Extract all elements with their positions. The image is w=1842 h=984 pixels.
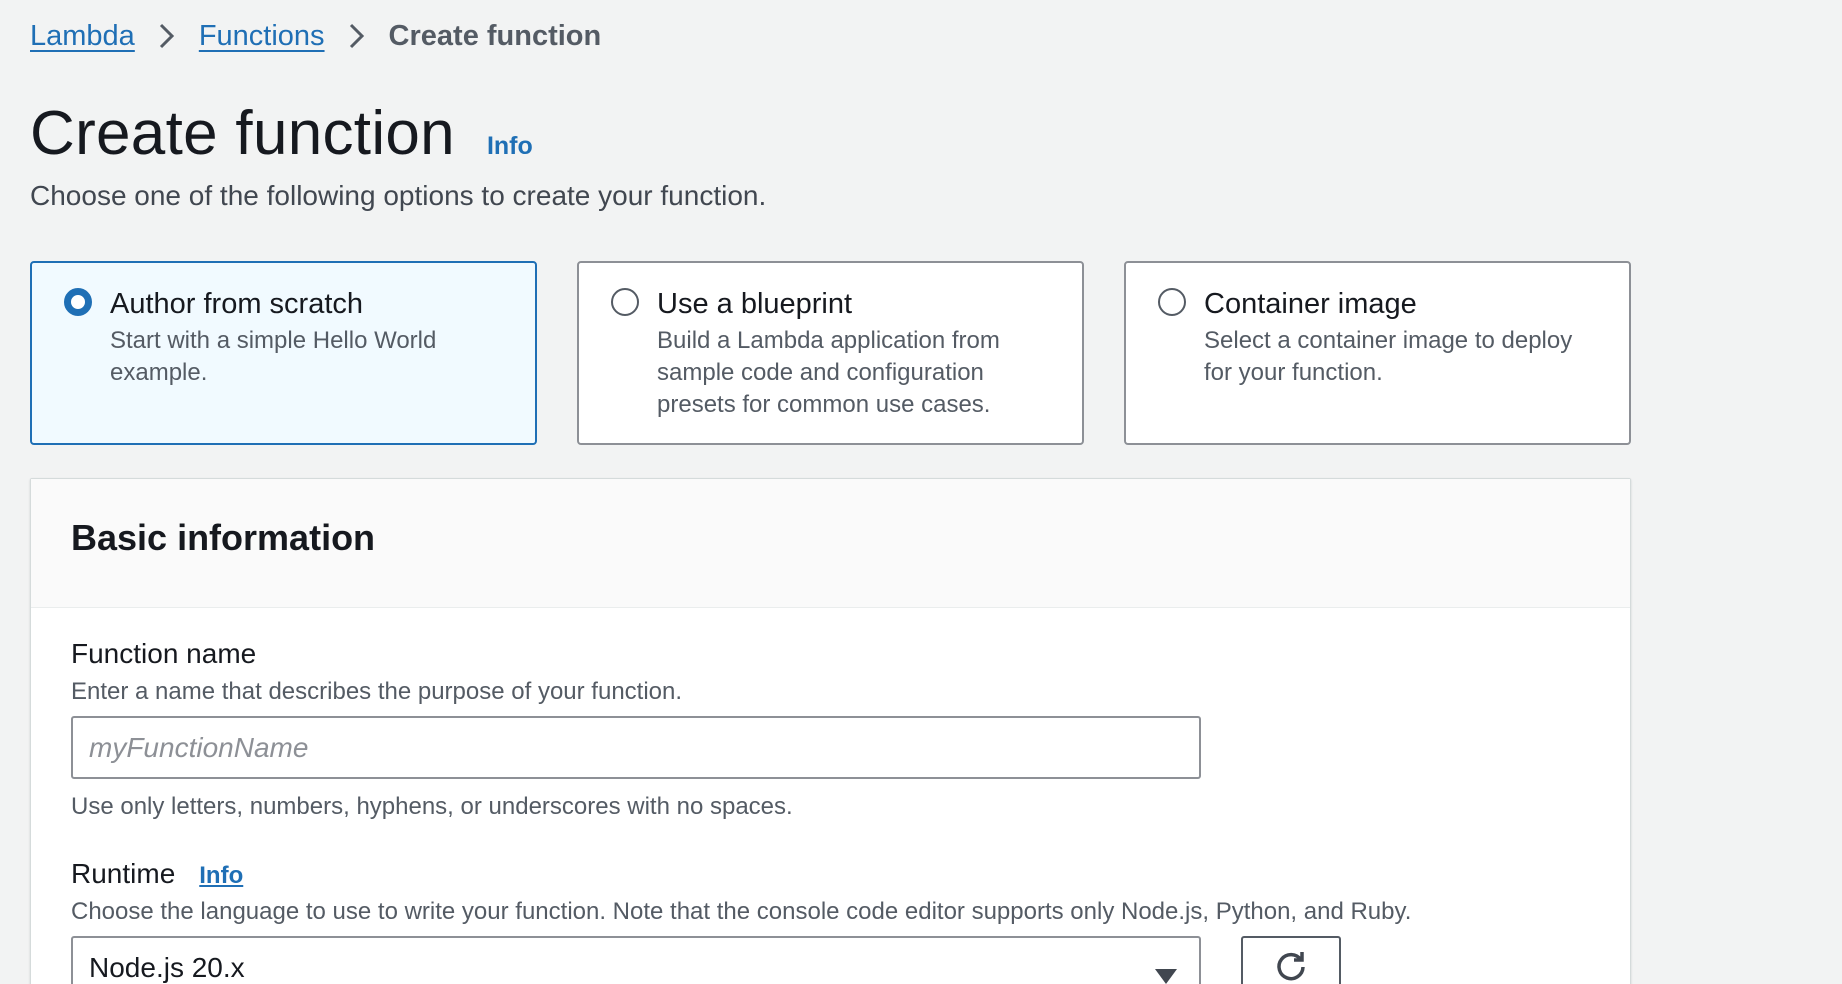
- runtime-select[interactable]: Node.js 20.x: [71, 936, 1201, 984]
- chevron-right-icon: [347, 21, 367, 51]
- runtime-info-link[interactable]: Info: [199, 862, 243, 890]
- function-name-label: Function name: [71, 638, 256, 670]
- function-name-constraint: Use only letters, numbers, hyphens, or u…: [71, 793, 793, 820]
- option-title: Author from scratch: [110, 288, 364, 320]
- caret-down-icon: [1155, 960, 1177, 984]
- page: Lambda Functions Create function Create …: [0, 0, 1842, 984]
- radio-unselected-icon[interactable]: [1158, 288, 1186, 316]
- refresh-runtime-button[interactable]: [1241, 936, 1341, 984]
- runtime-description: Choose the language to use to write your…: [71, 898, 1412, 925]
- breadcrumb-link-lambda[interactable]: Lambda: [30, 16, 135, 56]
- panel-header: Basic information: [31, 479, 1630, 608]
- chevron-right-icon: [157, 21, 177, 51]
- option-title: Use a blueprint: [657, 288, 853, 320]
- runtime-label: Runtime Info: [71, 858, 243, 890]
- refresh-icon: [1274, 948, 1308, 984]
- breadcrumb: Lambda Functions Create function: [30, 16, 601, 56]
- option-use-blueprint[interactable]: Use a blueprint Build a Lambda applicati…: [577, 261, 1084, 445]
- function-name-label-text: Function name: [71, 638, 257, 669]
- option-description: Build a Lambda application from sample c…: [657, 327, 1000, 418]
- radio-unselected-icon[interactable]: [611, 288, 639, 316]
- option-description: Start with a simple Hello World example.: [110, 327, 437, 386]
- option-title: Container image: [1204, 288, 1417, 320]
- option-container-image[interactable]: Container image Select a container image…: [1124, 261, 1631, 445]
- function-name-description: Enter a name that describes the purpose …: [71, 678, 683, 705]
- option-description: Select a container image to deploy for y…: [1204, 327, 1573, 386]
- basic-information-panel: Basic information Function name Enter a …: [30, 478, 1631, 984]
- panel-title: Basic information: [71, 517, 376, 558]
- breadcrumb-link-functions[interactable]: Functions: [199, 16, 325, 56]
- title-row: Create function Info: [30, 98, 533, 169]
- option-author-from-scratch[interactable]: Author from scratch Start with a simple …: [30, 261, 537, 445]
- runtime-selected-value: Node.js 20.x: [89, 951, 245, 983]
- function-name-input[interactable]: [71, 716, 1201, 779]
- create-option-group: Author from scratch Start with a simple …: [30, 261, 1631, 445]
- runtime-label-text: Runtime: [71, 858, 176, 889]
- page-title: Create function: [30, 99, 455, 168]
- page-subtitle: Choose one of the following options to c…: [30, 180, 767, 211]
- radio-selected-icon[interactable]: [64, 288, 92, 316]
- title-info-link[interactable]: Info: [487, 132, 533, 161]
- breadcrumb-current: Create function: [388, 20, 602, 52]
